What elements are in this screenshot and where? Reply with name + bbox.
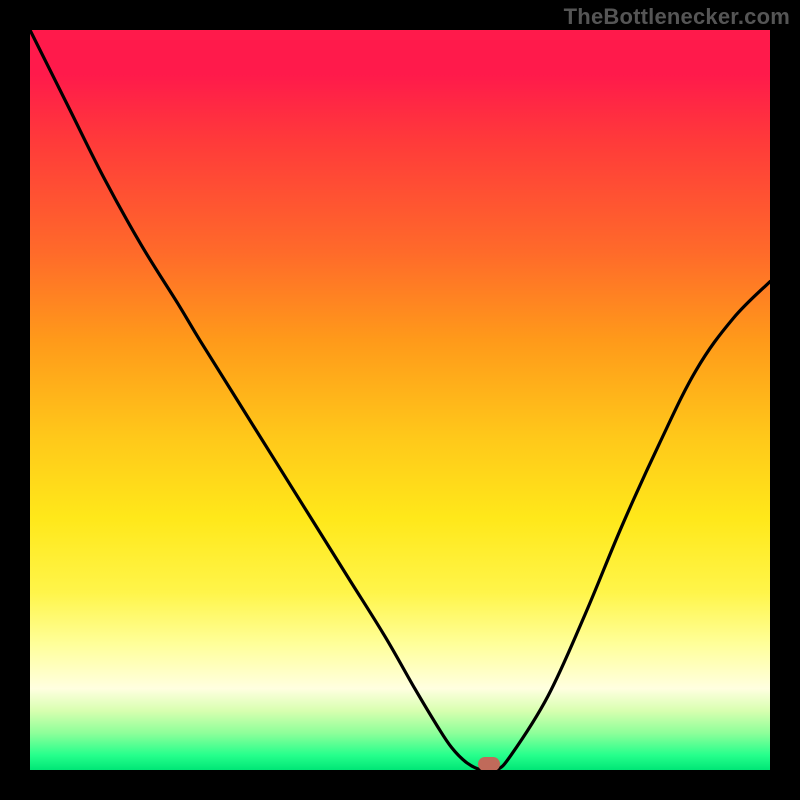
plot-area [30,30,770,770]
optimal-point-marker [478,757,500,770]
bottleneck-curve [30,30,770,770]
chart-frame: TheBottlenecker.com [0,0,800,800]
attribution-label: TheBottlenecker.com [564,4,790,30]
